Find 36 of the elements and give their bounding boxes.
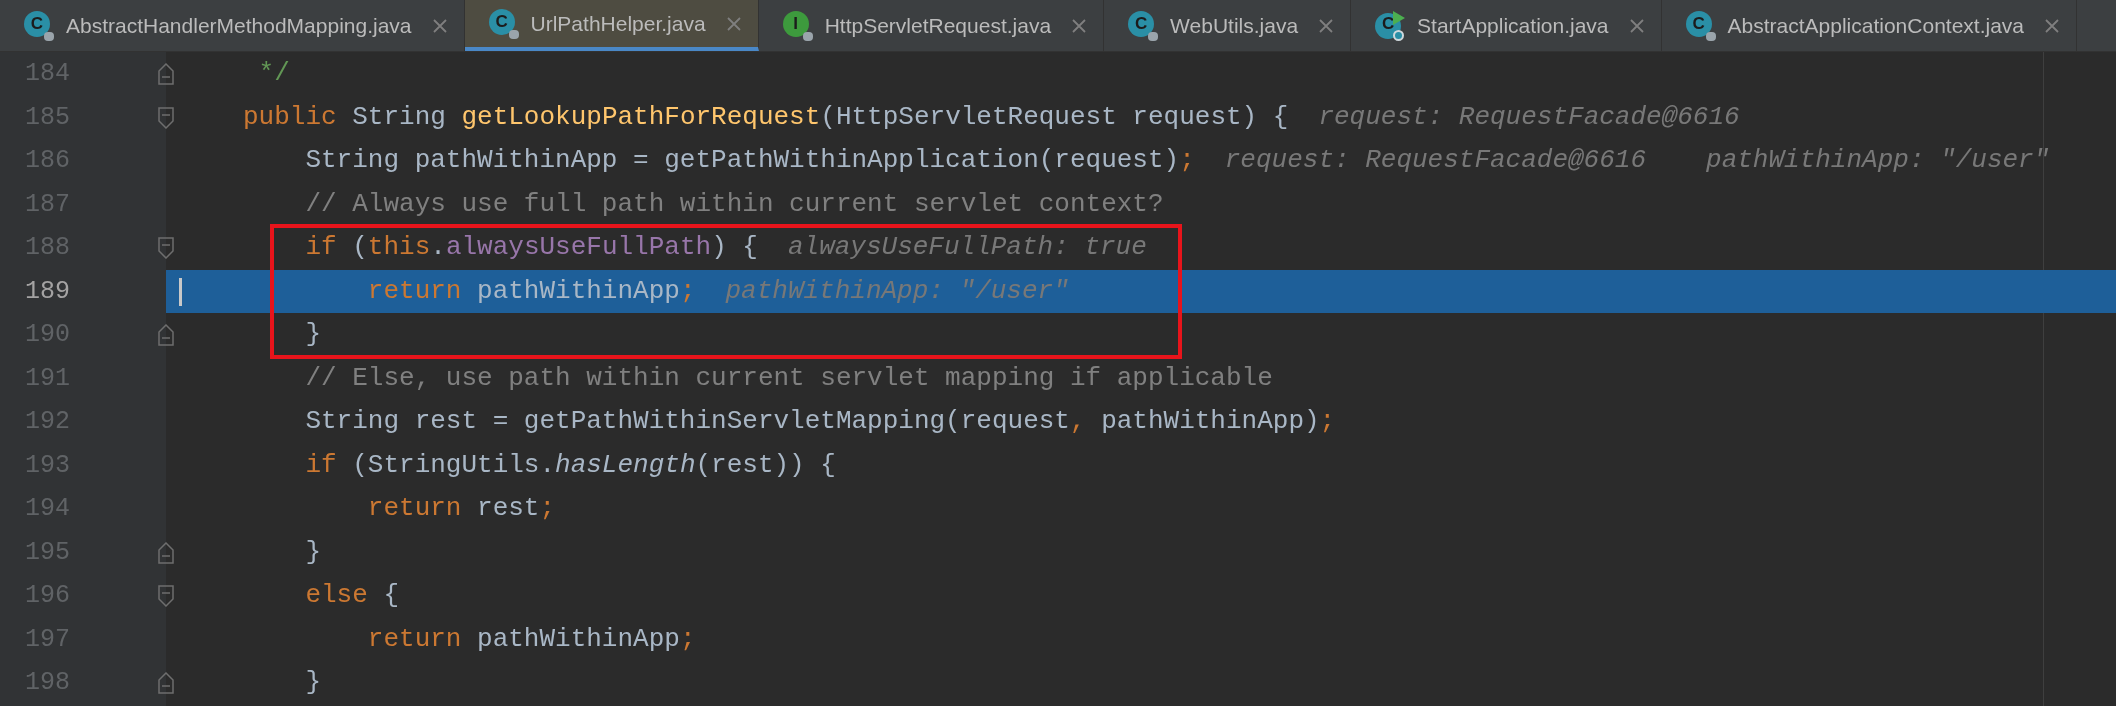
- close-icon[interactable]: [1318, 17, 1335, 34]
- close-icon[interactable]: [1628, 17, 1645, 34]
- code-text: }: [304, 535, 321, 569]
- close-icon[interactable]: [2044, 17, 2061, 34]
- fold-end-icon[interactable]: [158, 672, 174, 694]
- inline-debug-value: pathWithinApp: "/user": [1706, 144, 2050, 178]
- execution-marker: [179, 277, 182, 306]
- fold-icon[interactable]: [158, 585, 174, 607]
- code-text: else {: [304, 579, 400, 613]
- inline-debug-value: request: RequestFacade@6616: [1224, 144, 1647, 178]
- code-text: return pathWithinApp;: [366, 274, 696, 308]
- code-text: */: [257, 57, 290, 91]
- line-number: 189: [24, 275, 70, 308]
- code-text: String rest = getPathWithinServletMapping(request, pathWithinApp);: [304, 405, 1336, 439]
- close-icon[interactable]: [1071, 17, 1088, 34]
- editor-tab[interactable]: C UrlPathHelper.java: [464, 0, 759, 51]
- code-text: // Else, use path within current servlet mapping if applicable: [304, 361, 1273, 395]
- code-text: // Always use full path within current servlet context?: [304, 187, 1164, 221]
- code-text: return pathWithinApp;: [366, 622, 696, 656]
- fold-icon[interactable]: [158, 106, 174, 129]
- inline-debug-value: pathWithinApp: "/user": [725, 274, 1069, 308]
- close-icon[interactable]: [725, 15, 742, 32]
- code-text: return rest;: [366, 492, 556, 526]
- code-text: }: [304, 666, 321, 700]
- code-text: if (StringUtils.hasLength(rest)) {: [304, 448, 836, 482]
- fold-end-icon[interactable]: [158, 63, 174, 85]
- inline-debug-value: alwaysUseFullPath: true: [787, 231, 1147, 265]
- code-text: String pathWithinApp = getPathWithinApplication(request);: [304, 144, 1195, 178]
- code-text: }: [304, 318, 321, 352]
- close-icon[interactable]: [431, 17, 448, 34]
- code-text: public String getLookupPathForRequest(HttpServletRequest request) {: [243, 100, 1289, 134]
- code-text: if (this.alwaysUseFullPath) {: [304, 231, 758, 265]
- fold-end-icon[interactable]: [158, 541, 174, 564]
- inline-debug-value: request: RequestFacade@6616: [1318, 100, 1740, 134]
- fold-end-icon[interactable]: [158, 324, 174, 346]
- fold-icon[interactable]: [158, 237, 174, 259]
